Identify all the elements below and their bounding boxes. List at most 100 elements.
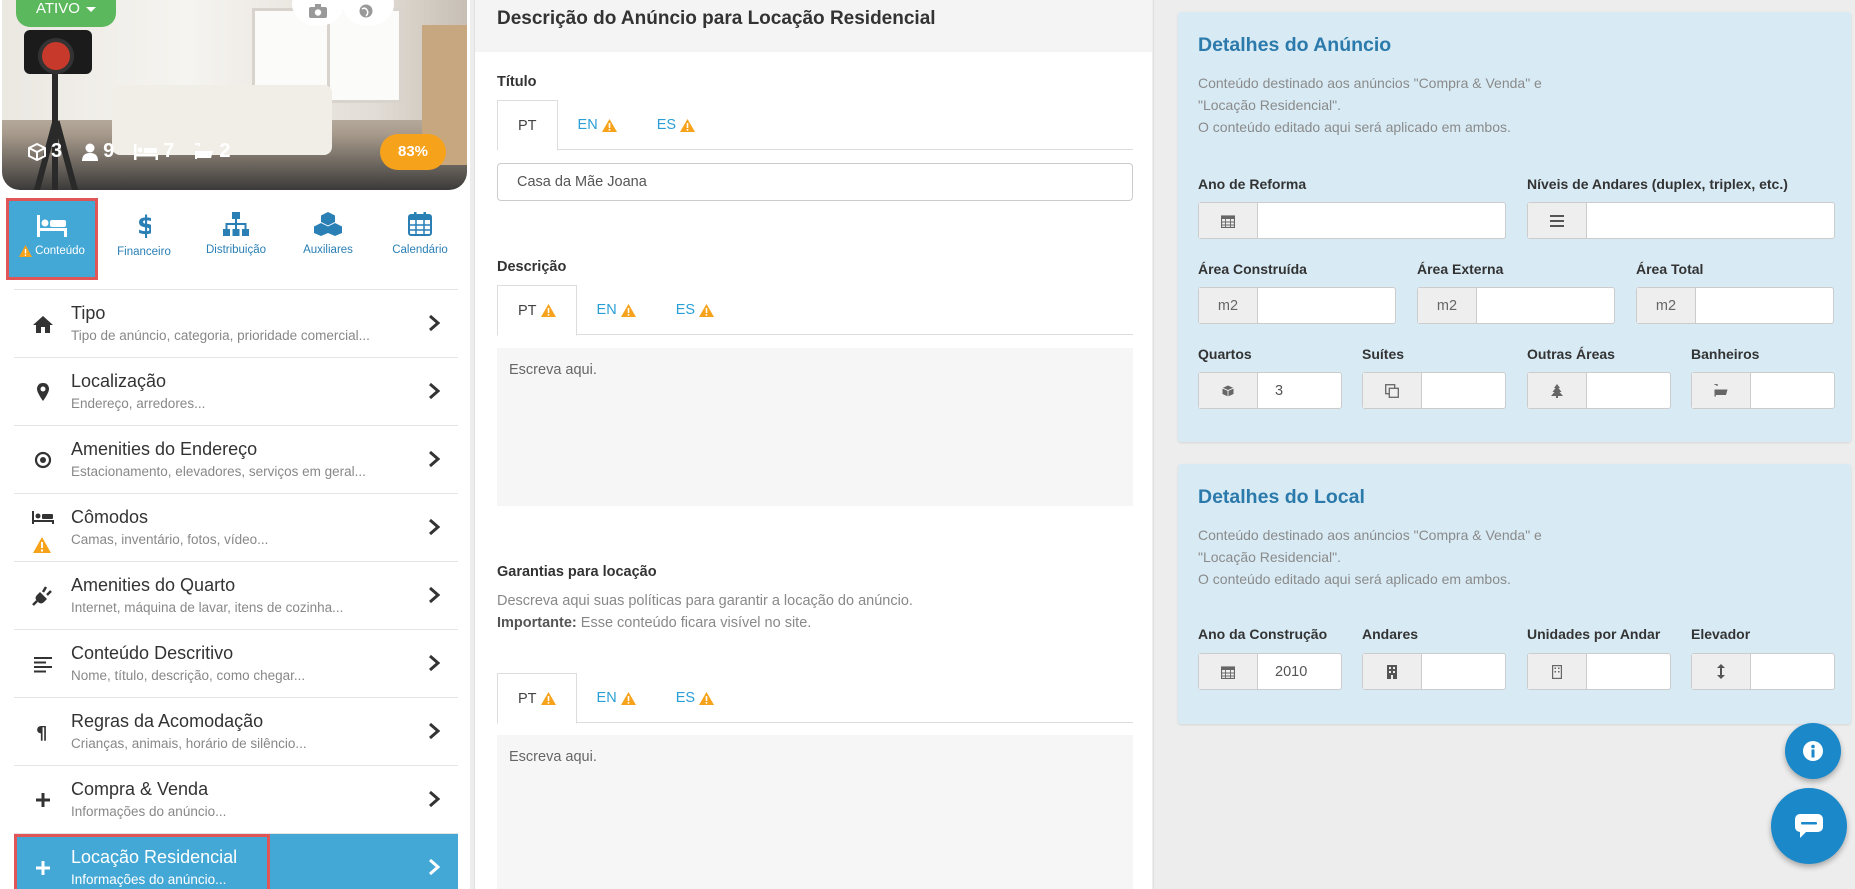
listing-cover-photo: ATIVO 3 9 7 2 83% (2, 0, 467, 190)
menu-item-title: Localização (71, 371, 167, 391)
warning-icon (699, 691, 715, 705)
svg-text:¶: ¶ (36, 723, 47, 742)
menu-item-subtitle: Informações do anúncio... (71, 872, 227, 887)
bed-icon (37, 215, 67, 237)
built-area-input[interactable]: m2 (1198, 287, 1396, 324)
tab-conteudo[interactable]: Conteúdo (6, 198, 98, 280)
building-outline-icon (1552, 664, 1562, 679)
guests-stat: 9 (82, 140, 114, 163)
help-text: Descreva aqui suas políticas para garant… (497, 593, 913, 609)
tab-auxiliares[interactable]: Auxiliares (282, 198, 374, 280)
tab-description-es[interactable]: ES (656, 285, 734, 335)
menu-item-subtitle: Tipo de anúncio, categoria, prioridade c… (71, 328, 370, 343)
tab-financeiro[interactable]: $ Financeiro (98, 198, 190, 280)
units-per-floor-input[interactable] (1527, 653, 1671, 690)
total-area-input[interactable]: m2 (1636, 287, 1834, 324)
rooms-count: 3 (51, 140, 63, 162)
tab-description-en[interactable]: EN (577, 285, 656, 335)
desc-line: O conteúdo editado aqui será aplicado em… (1198, 571, 1511, 587)
content-menu: Tipo Tipo de anúncio, categoria, priorid… (14, 289, 458, 889)
card-description: Conteúdo destinado aos anúncios "Compra … (1198, 72, 1618, 138)
chevron-right-icon (429, 858, 440, 876)
menu-item-conteudo-descritivo[interactable]: Conteúdo Descritivo Nome, título, descri… (14, 629, 458, 697)
input-value: 3 (1275, 382, 1284, 399)
tree-icon (1551, 383, 1563, 398)
chat-icon (1795, 814, 1823, 838)
tab-title-en[interactable]: EN (558, 100, 637, 150)
built-area-label: Área Construída (1198, 261, 1307, 277)
construction-year-input[interactable]: 2010 (1198, 653, 1342, 690)
input-value (1751, 654, 1834, 689)
tab-label: PT (518, 690, 537, 707)
left-sidebar: ATIVO 3 9 7 2 83% Conteúdo $ Financeiro … (0, 0, 470, 889)
tab-distribuicao[interactable]: Distribuição (190, 198, 282, 280)
desc-line: "Locação Residencial". (1198, 549, 1342, 565)
external-area-input[interactable]: m2 (1417, 287, 1615, 324)
guarantees-textarea[interactable]: Escreva aqui. (497, 735, 1133, 889)
building-icon (1387, 664, 1397, 679)
warning-icon (699, 303, 715, 317)
menu-item-regras[interactable]: ¶ Regras da Acomodação Crianças, animais… (14, 697, 458, 765)
menu-item-title: Conteúdo Descritivo (71, 643, 234, 663)
elevator-input[interactable] (1691, 653, 1835, 690)
suites-input[interactable] (1362, 372, 1506, 409)
tab-title-pt[interactable]: PT (497, 100, 558, 151)
menu-item-tipo[interactable]: Tipo Tipo de anúncio, categoria, priorid… (14, 289, 458, 357)
desc-line: Conteúdo destinado aos anúncios "Compra … (1198, 527, 1542, 543)
tab-description-pt[interactable]: PT (497, 285, 577, 336)
menu-item-amenities-endereco[interactable]: Amenities do Endereço Estacionamento, el… (14, 425, 458, 493)
arrows-vertical-icon (1717, 664, 1725, 679)
tab-guarantees-es[interactable]: ES (656, 673, 734, 723)
construction-year-label: Ano da Construção (1198, 626, 1328, 642)
baths-count: 2 (219, 140, 231, 162)
suites-label: Suítes (1362, 346, 1405, 362)
menu-item-title: Locação Residencial (71, 847, 238, 867)
section-tabs: Conteúdo $ Financeiro Distribuição Auxil… (6, 198, 466, 280)
menu-item-locacao-residencial[interactable]: Locação Residencial Informações do anúnc… (14, 833, 458, 889)
tab-guarantees-pt[interactable]: PT (497, 673, 577, 724)
menu-item-subtitle: Camas, inventário, fotos, vídeo... (71, 532, 269, 547)
menu-item-amenities-quarto[interactable]: Amenities do Quarto Internet, máquina de… (14, 561, 458, 629)
other-areas-input[interactable] (1527, 372, 1671, 409)
bath-icon (1714, 384, 1728, 397)
completeness-badge: 83% (380, 134, 446, 170)
chevron-right-icon (429, 518, 440, 536)
bathrooms-input[interactable] (1691, 372, 1835, 409)
tab-title-es[interactable]: ES (637, 100, 715, 150)
tab-label: Conteúdo (35, 245, 85, 257)
tab-label: Calendário (392, 244, 448, 256)
info-button[interactable] (1785, 723, 1841, 779)
elevator-label: Elevador (1691, 626, 1751, 642)
renovation-year-input[interactable] (1198, 202, 1506, 239)
floors-input[interactable] (1362, 653, 1506, 690)
menu-item-localizacao[interactable]: Localização Endereço, arredores... (14, 357, 458, 425)
menu-item-comodos[interactable]: Cômodos Camas, inventário, fotos, vídeo.… (14, 493, 458, 561)
bedrooms-input[interactable]: 3 (1198, 372, 1342, 409)
menu-item-compra-venda[interactable]: Compra & Venda Informações do anúncio... (14, 765, 458, 833)
description-panel: Descrição do Anúncio para Locação Reside… (474, 0, 1152, 889)
calendar-icon (1221, 214, 1235, 228)
home-icon (33, 316, 53, 333)
tab-guarantees-en[interactable]: EN (577, 673, 656, 723)
description-textarea[interactable]: Escreva aqui. (497, 348, 1133, 506)
menu-item-subtitle: Nome, título, descrição, como chegar... (71, 668, 306, 683)
plug-icon (32, 586, 52, 606)
status-dropdown-button[interactable]: ATIVO (16, 0, 116, 27)
unit-addon: m2 (1637, 288, 1696, 323)
guests-count: 9 (103, 140, 115, 162)
svg-text:$: $ (137, 212, 151, 238)
chat-button[interactable] (1771, 788, 1847, 864)
menu-item-title: Amenities do Quarto (71, 575, 236, 595)
description-label: Descrição (497, 259, 567, 275)
paragraph-icon: ¶ (36, 723, 47, 742)
tab-label: ES (675, 302, 696, 318)
tab-calendario[interactable]: Calendário (374, 198, 466, 280)
input-value (1258, 203, 1505, 238)
important-text: Esse conteúdo ficara visível no site. (576, 615, 812, 631)
cubes-icon (314, 212, 342, 236)
caret-down-icon (85, 6, 96, 12)
title-input[interactable]: Casa da Mãe Joana (497, 163, 1133, 201)
floor-levels-input[interactable] (1527, 202, 1835, 239)
description-language-tabs: PT EN ES (497, 285, 1133, 336)
plus-icon (36, 793, 50, 807)
